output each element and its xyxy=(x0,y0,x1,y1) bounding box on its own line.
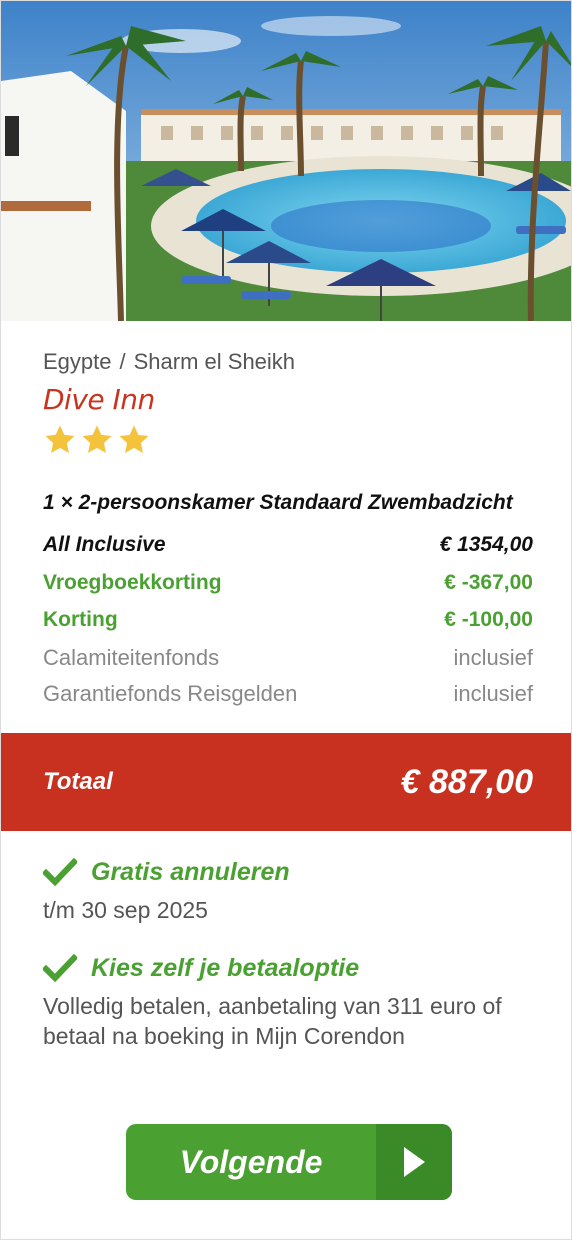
breadcrumb-separator: / xyxy=(119,349,126,374)
next-button[interactable]: Volgende xyxy=(126,1124,452,1200)
perk-title: Kies zelf je betaaloptie xyxy=(91,953,360,982)
fee-amount: inclusief xyxy=(453,681,533,706)
destination-breadcrumb: Egypte / Sharm el Sheikh xyxy=(43,349,295,375)
hotel-photo xyxy=(1,1,571,321)
perk-text: t/m 30 sep 2025 xyxy=(43,897,208,923)
price-row-board: All Inclusive € 1354,00 xyxy=(43,533,533,557)
total-label: Totaal xyxy=(43,768,113,795)
price-row-fee: Calamiteitenfonds inclusief xyxy=(43,645,533,671)
star-rating xyxy=(43,423,151,462)
price-row-fee: Garantiefonds Reisgelden inclusief xyxy=(43,681,533,707)
price-row-discount: Vroegboekkorting € -367,00 xyxy=(43,571,533,595)
fee-label: Calamiteitenfonds xyxy=(43,645,220,670)
discount-label: Vroegboekkorting xyxy=(43,571,222,594)
perk-text: Volledig betalen, aanbetaling van 311 eu… xyxy=(43,993,502,1049)
board-amount: € 1354,00 xyxy=(439,533,533,556)
perk-title: Gratis annuleren xyxy=(91,857,290,886)
next-button-label: Volgende xyxy=(179,1143,323,1180)
breadcrumb-country: Egypte xyxy=(43,349,112,374)
room-description: 1 × 2-persoonskamer Standaard Zwembadzic… xyxy=(43,491,513,514)
perk-payment-option: Kies zelf je betaaloptie Volledig betale… xyxy=(43,953,543,1051)
board-label: All Inclusive xyxy=(43,533,166,556)
hotel-name: Dive Inn xyxy=(43,383,155,416)
star-icon xyxy=(80,423,114,462)
perk-free-cancellation: Gratis annuleren t/m 30 sep 2025 xyxy=(43,857,543,925)
star-icon xyxy=(117,423,151,462)
check-icon xyxy=(43,857,77,887)
price-row-discount: Korting € -100,00 xyxy=(43,608,533,632)
chevron-right-icon xyxy=(376,1124,452,1200)
star-icon xyxy=(43,423,77,462)
discount-amount: € -367,00 xyxy=(444,571,533,594)
total-amount: € 887,00 xyxy=(400,762,533,801)
fee-amount: inclusief xyxy=(453,645,533,670)
breadcrumb-city: Sharm el Sheikh xyxy=(133,349,296,374)
discount-label: Korting xyxy=(43,608,118,631)
discount-amount: € -100,00 xyxy=(444,608,533,631)
total-bar: Totaal € 887,00 xyxy=(1,733,571,831)
check-icon xyxy=(43,953,77,983)
fee-label: Garantiefonds Reisgelden xyxy=(43,681,298,706)
booking-summary-card: Egypte / Sharm el Sheikh Dive Inn 1 × 2-pe… xyxy=(0,0,572,1240)
